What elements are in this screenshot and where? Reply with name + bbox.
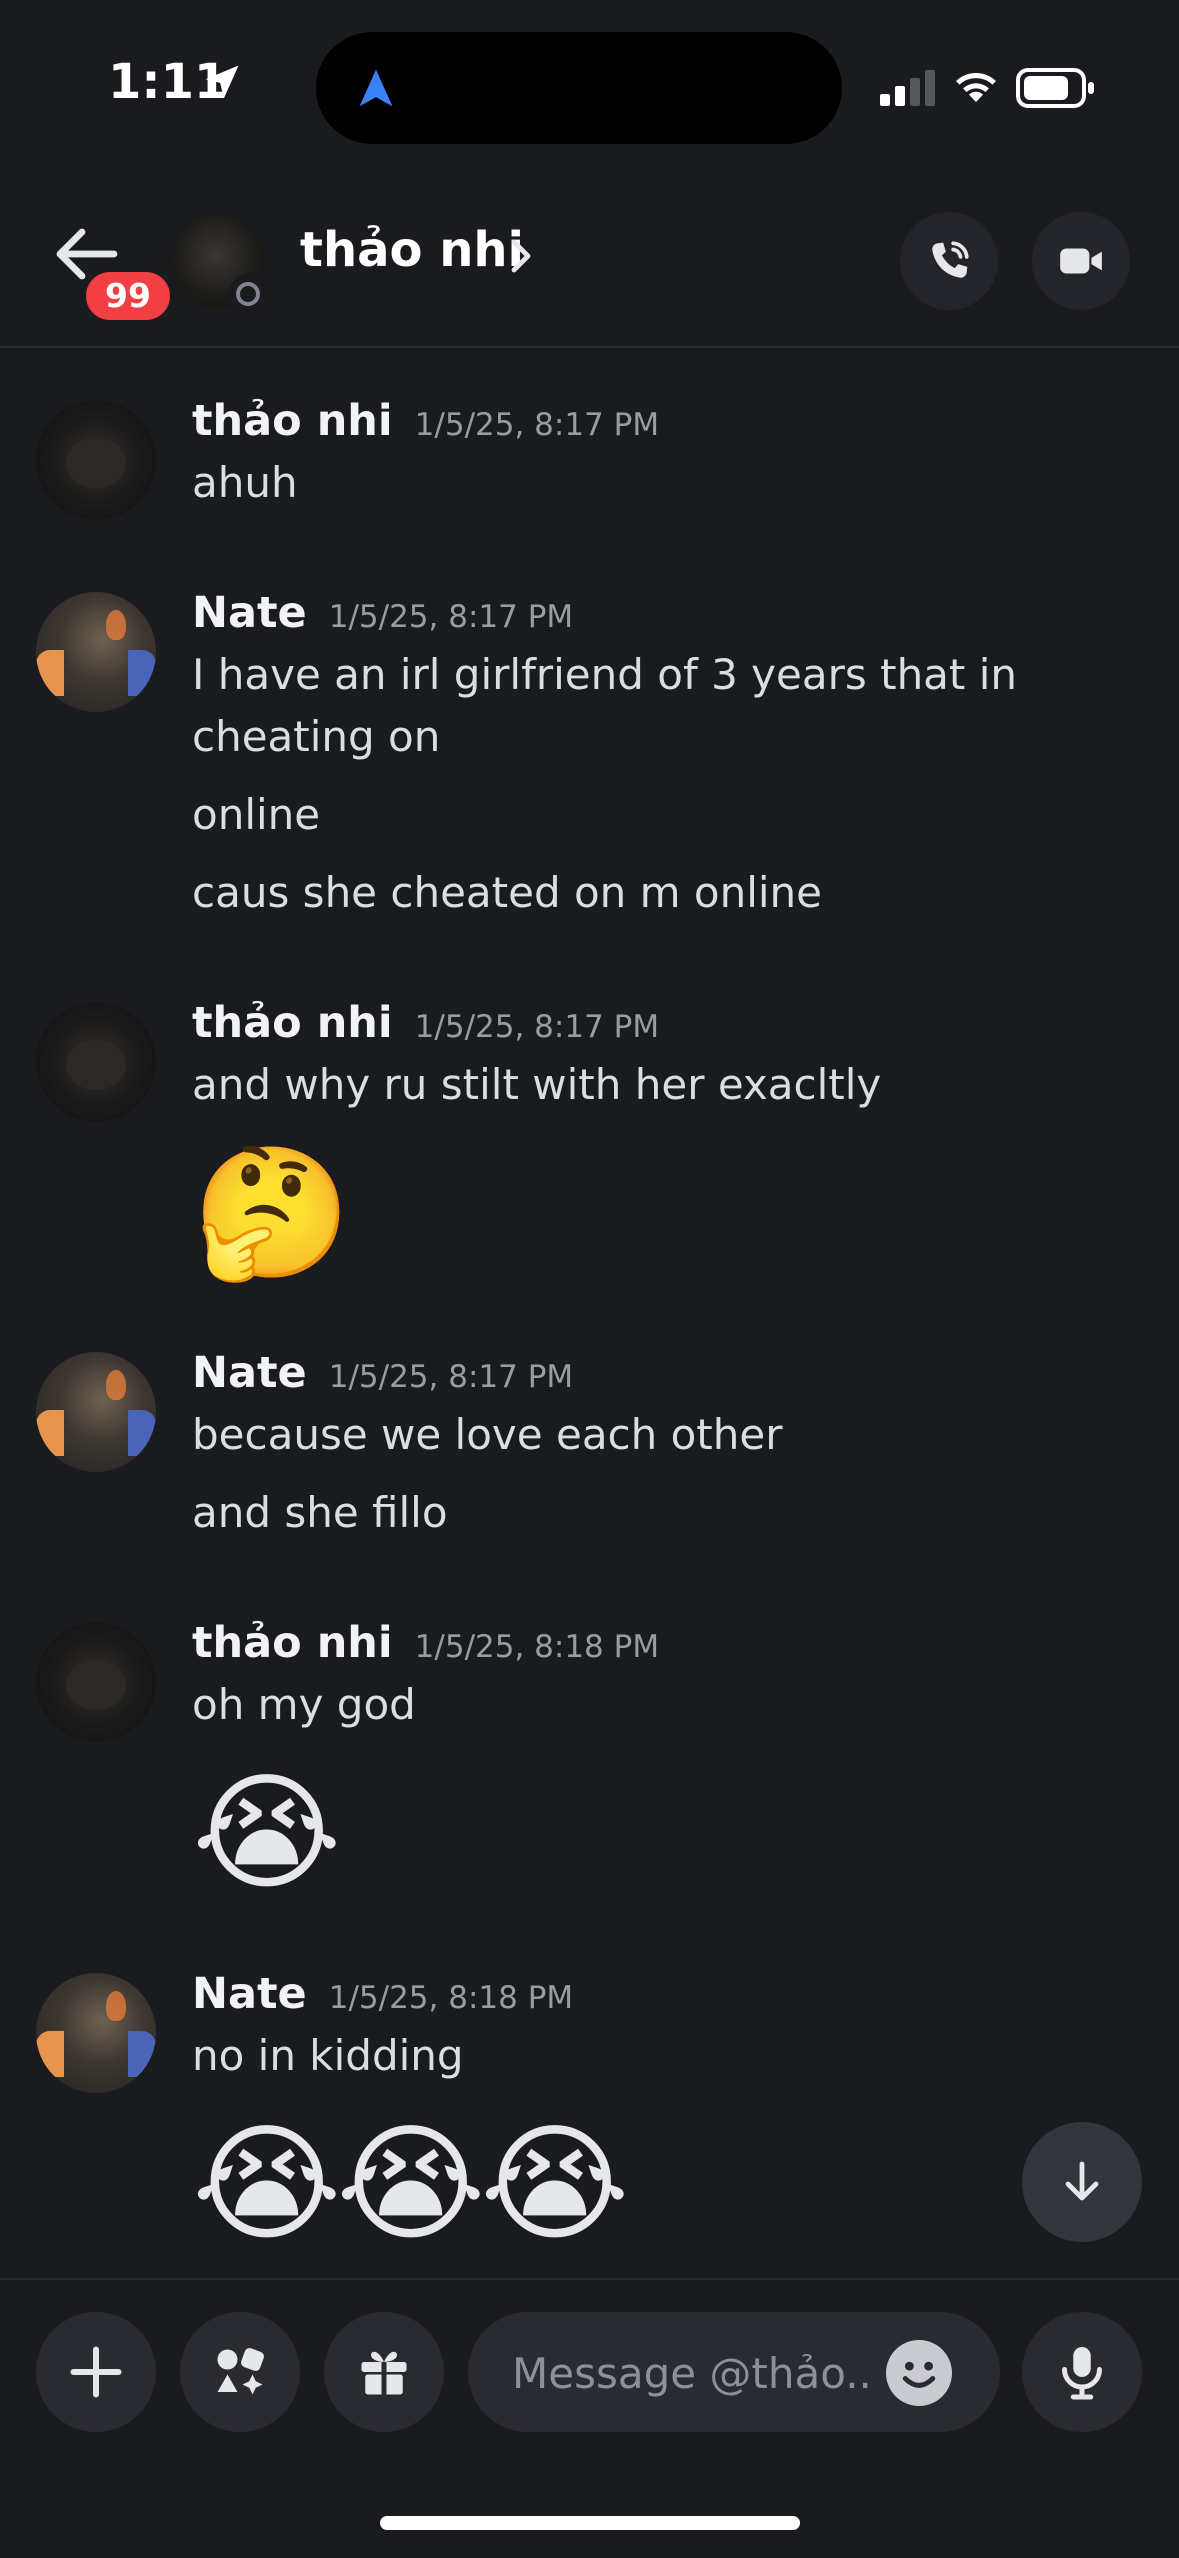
battery-icon: [1016, 68, 1094, 108]
voice-message-button[interactable]: [1022, 2312, 1142, 2432]
message-text: and why ru stilt with her exacltly: [192, 1060, 882, 1109]
video-call-button[interactable]: [1032, 212, 1130, 310]
apps-icon: [217, 2348, 264, 2395]
wifi-icon: [956, 73, 996, 102]
apps-button[interactable]: [180, 2312, 300, 2432]
loudly-crying-face-emoji[interactable]: 😭: [192, 2115, 342, 2255]
message-timestamp: 1/5/25, 8:17 PM: [414, 1009, 660, 1045]
message-list[interactable]: thảo nhi 1/5/25, 8:17 PM ahuh Nate 1/5/25,…: [0, 348, 1179, 2278]
gift-icon: [361, 2351, 407, 2395]
message-timestamp: 1/5/25, 8:18 PM: [328, 1980, 574, 2016]
loudly-crying-face-emoji[interactable]: 😭: [480, 2115, 630, 2255]
video-camera-icon: [1060, 248, 1102, 274]
message-timestamp: 1/5/25, 8:18 PM: [414, 1629, 660, 1665]
message-author[interactable]: thảo nhi 1/5/25, 8:17 PM: [192, 998, 659, 1048]
navigation-arrow-icon: [359, 69, 393, 107]
message-text: because we love each other: [192, 1410, 783, 1459]
loudly-crying-face-emoji[interactable]: 😭: [192, 1764, 342, 1904]
scroll-to-bottom-button[interactable]: [1022, 2122, 1142, 2242]
message-text: I have an irl girlfriend of 3 years that…: [192, 650, 1018, 699]
emoji-icon: [902, 2361, 936, 2388]
emoji-picker-button[interactable]: [886, 2340, 952, 2406]
message-text: no in kidding: [192, 2031, 464, 2080]
avatar[interactable]: [36, 592, 156, 712]
message-author[interactable]: Nate 1/5/25, 8:17 PM: [192, 588, 573, 638]
message-field[interactable]: [468, 2312, 1000, 2432]
avatar[interactable]: [36, 1002, 156, 1122]
message-author[interactable]: thảo nhi 1/5/25, 8:18 PM: [192, 1618, 659, 1668]
thinking-face-emoji[interactable]: 🤔: [192, 1144, 351, 1284]
conversation-header: 99 thảo nhi: [0, 170, 1179, 348]
voice-call-button[interactable]: [900, 212, 998, 310]
arrow-down-icon: [1065, 2161, 1099, 2201]
message-author[interactable]: thảo nhi 1/5/25, 8:17 PM: [192, 396, 659, 446]
message-text: and she fillo: [192, 1488, 448, 1537]
gift-button[interactable]: [324, 2312, 444, 2432]
avatar[interactable]: [36, 1352, 156, 1472]
unread-badge: 99: [82, 268, 174, 324]
add-attachment-button[interactable]: [36, 2312, 156, 2432]
message-text: caus she cheated on m online: [192, 868, 823, 917]
avatar[interactable]: [36, 1622, 156, 1742]
phone-icon: [932, 241, 969, 278]
plus-icon: [70, 2346, 122, 2398]
message-timestamp: 1/5/25, 8:17 PM: [328, 599, 574, 635]
message-text: online: [192, 790, 321, 839]
message-timestamp: 1/5/25, 8:17 PM: [414, 407, 660, 443]
message-input[interactable]: [510, 2340, 874, 2406]
microphone-icon: [1062, 2347, 1102, 2400]
message-text: ahuh: [192, 458, 298, 507]
avatar[interactable]: [36, 1973, 156, 2093]
chevron-right-icon[interactable]: [508, 238, 532, 274]
message-author[interactable]: Nate 1/5/25, 8:17 PM: [192, 1348, 573, 1398]
home-indicator[interactable]: [380, 2516, 800, 2530]
message-timestamp: 1/5/25, 8:17 PM: [328, 1359, 574, 1395]
message-author[interactable]: Nate 1/5/25, 8:18 PM: [192, 1969, 573, 2019]
loudly-crying-face-emoji[interactable]: 😭: [336, 2115, 486, 2255]
offline-status-indicator: [228, 274, 268, 314]
message-text: oh my god: [192, 1680, 416, 1729]
page-title[interactable]: thảo nhi: [300, 222, 524, 278]
location-arrow-icon: [205, 65, 239, 99]
status-bar: 1:11: [0, 0, 1179, 170]
signal-icon: [880, 70, 935, 106]
message-text: cheating on: [192, 712, 441, 761]
avatar[interactable]: [36, 400, 156, 520]
